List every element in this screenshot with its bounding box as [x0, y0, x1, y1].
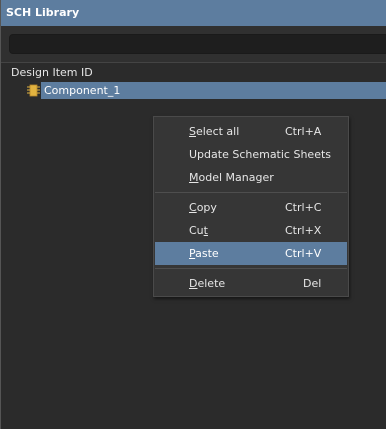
menu-item-label: Cut — [189, 224, 208, 237]
menu-item-label: Delete — [189, 277, 226, 290]
component-icon — [27, 84, 40, 97]
menu-item-shortcut: Ctrl+V — [285, 247, 322, 260]
menu-item-shortcut: Del — [303, 277, 322, 290]
sch-library-panel: SCH Library Design Item ID Component_1 S… — [0, 0, 386, 429]
menu-item-label: Update Schematic Sheets — [189, 148, 332, 161]
menu-item-shortcut: Ctrl+C — [285, 201, 322, 214]
menu-item-copy[interactable]: Copy Ctrl+C — [155, 196, 347, 219]
menu-item-delete[interactable]: Delete Del — [155, 272, 347, 295]
menu-separator — [155, 268, 347, 269]
context-menu: Select all Ctrl+A Update Schematic Sheet… — [153, 116, 349, 297]
list-item[interactable]: Component_1 — [1, 82, 386, 99]
panel-title: SCH Library — [6, 6, 80, 19]
menu-separator — [155, 192, 347, 193]
search-input[interactable] — [9, 34, 386, 54]
menu-item-label: Copy — [189, 201, 217, 214]
menu-item-select-all[interactable]: Select all Ctrl+A — [155, 120, 347, 143]
menu-item-update-schematic-sheets[interactable]: Update Schematic Sheets — [155, 143, 347, 166]
menu-item-label: Select all — [189, 125, 240, 138]
panel-title-bar[interactable]: SCH Library — [1, 0, 386, 26]
menu-item-label: Paste — [189, 247, 219, 260]
menu-item-shortcut: Ctrl+X — [285, 224, 322, 237]
menu-item-cut[interactable]: Cut Ctrl+X — [155, 219, 347, 242]
menu-item-paste[interactable]: Paste Ctrl+V — [155, 242, 347, 265]
menu-item-shortcut: Ctrl+A — [285, 125, 322, 138]
menu-item-model-manager[interactable]: Model Manager — [155, 166, 347, 189]
list-item-label: Component_1 — [44, 84, 121, 97]
menu-item-label: Model Manager — [189, 171, 274, 184]
search-row — [1, 26, 386, 62]
column-header-label: Design Item ID — [11, 66, 93, 79]
column-header-design-item-id[interactable]: Design Item ID — [1, 65, 386, 81]
